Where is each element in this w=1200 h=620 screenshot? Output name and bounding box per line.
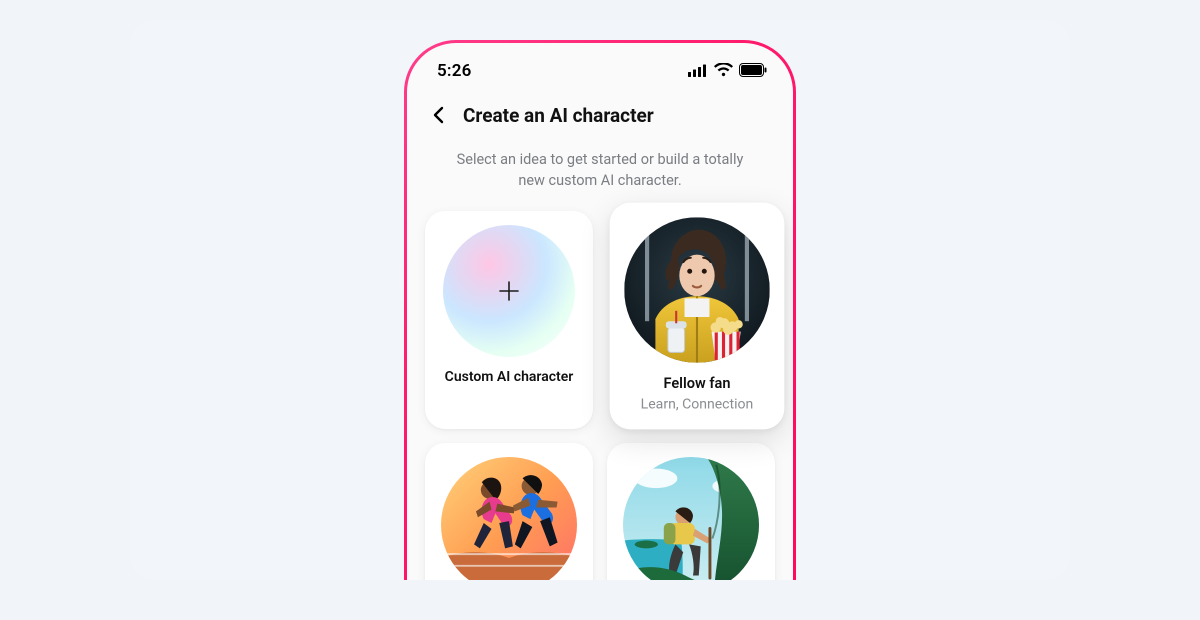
card-custom-character[interactable]: Custom AI character [425, 211, 593, 429]
fellow-fan-illustration [624, 217, 770, 363]
runners-illustration [441, 457, 577, 580]
page-subtitle: Select an idea to get started or build a… [423, 135, 777, 209]
hiker-avatar [623, 457, 759, 580]
header-row: Create an AI character [423, 91, 777, 135]
runners-avatar [441, 457, 577, 580]
card-grid: Custom AI character [423, 209, 777, 580]
card-fellow-fan[interactable]: Fellow fan Learn, Connection [610, 203, 785, 430]
card-custom-label: Custom AI character [445, 369, 574, 385]
card-hiker[interactable] [607, 443, 775, 580]
back-button[interactable] [425, 101, 453, 129]
hiker-illustration [623, 457, 759, 580]
chevron-left-icon [430, 106, 448, 124]
app-canvas: 5:26 Create an AI [130, 20, 1070, 580]
custom-avatar [443, 225, 575, 357]
cellular-icon [688, 62, 708, 81]
plus-icon [497, 279, 521, 303]
battery-icon [739, 62, 767, 81]
phone-screen: 5:26 Create an AI [407, 43, 793, 580]
status-icons [688, 62, 767, 81]
fellow-fan-avatar [624, 217, 770, 363]
wifi-icon [714, 62, 733, 81]
phone-frame: 5:26 Create an AI [404, 40, 796, 580]
page-title: Create an AI character [463, 104, 654, 127]
card-fellow-label: Fellow fan [663, 375, 730, 392]
card-fellow-sub: Learn, Connection [641, 396, 754, 413]
status-time: 5:26 [437, 61, 472, 81]
status-bar: 5:26 [423, 57, 777, 91]
card-runners[interactable] [425, 443, 593, 580]
